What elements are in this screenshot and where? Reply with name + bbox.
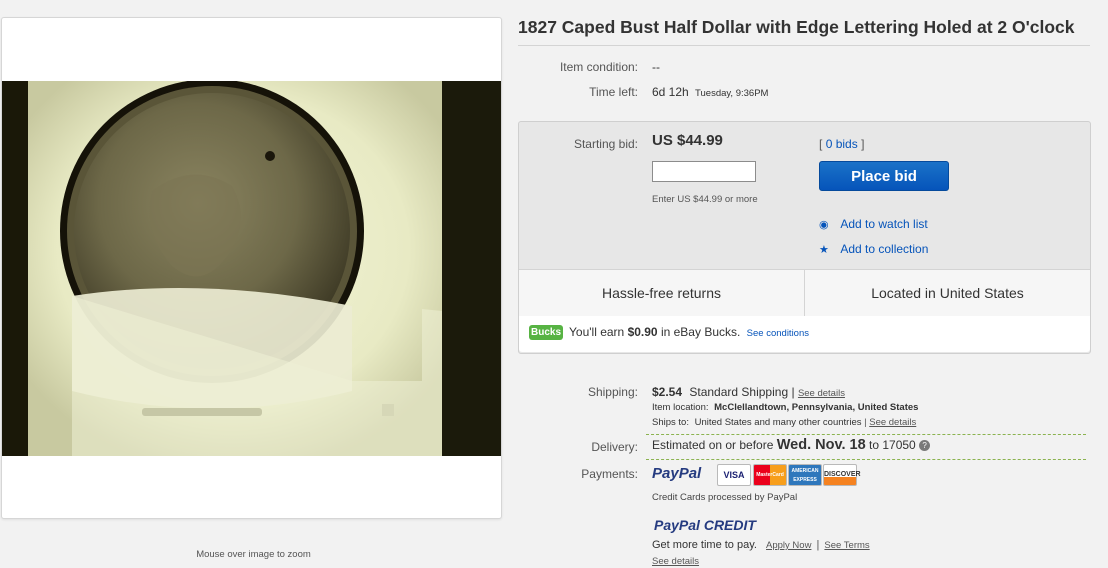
bid-count-link[interactable]: 0 bids bbox=[826, 137, 858, 151]
delivery-estimate: Estimated on or before Wed. Nov. 18 to 1… bbox=[652, 437, 931, 453]
see-conditions-link[interactable]: See conditions bbox=[747, 328, 809, 339]
shipping-method: Standard Shipping bbox=[689, 385, 789, 399]
shipping-separator: | bbox=[791, 385, 795, 399]
time-left-remaining: 6d 12h bbox=[652, 85, 689, 99]
paypal-credit-logo-a: PayPal bbox=[654, 517, 700, 533]
shipping-label: Shipping: bbox=[587, 385, 638, 399]
starting-bid-label: Starting bid: bbox=[573, 137, 638, 151]
bid-count-open: [ bbox=[819, 137, 823, 151]
starting-bid-price: US $44.99 bbox=[652, 132, 723, 149]
bid-hint: Enter US $44.99 or more bbox=[652, 194, 758, 205]
card-processing-note: Credit Cards processed by PayPal bbox=[652, 492, 798, 503]
discover-card-icon: DISCOVER bbox=[823, 464, 861, 486]
paypal-logo: PayPal bbox=[652, 465, 702, 482]
zoom-hint: Mouse over image to zoom bbox=[196, 549, 311, 560]
ships-to-see-details-link[interactable]: See details bbox=[869, 417, 916, 428]
ebay-bucks-row: Bucks You'll earn $0.90 in eBay Bucks. S… bbox=[519, 316, 1090, 352]
bucks-amount: $0.90 bbox=[627, 325, 658, 339]
time-left-label: Time left: bbox=[589, 85, 638, 99]
bid-count: [ 0 bids ] bbox=[819, 137, 864, 151]
shipping-price: $2.54 bbox=[652, 385, 683, 399]
title-divider bbox=[518, 45, 1090, 46]
paypal-credit-logo-b: CREDIT bbox=[703, 517, 756, 533]
delivery-to: to bbox=[869, 438, 880, 452]
item-location-badge: Located in United States bbox=[871, 285, 1024, 301]
credit-separator: | bbox=[816, 539, 820, 551]
shipping-see-details-link[interactable]: See details bbox=[798, 388, 845, 399]
condition-value: -- bbox=[652, 60, 660, 74]
item-title: 1827 Caped Bust Half Dollar with Edge Le… bbox=[518, 17, 1075, 37]
paypal-credit-logo: PayPal CREDIT bbox=[654, 517, 756, 533]
hassle-free-returns: Hassle-free returns bbox=[601, 285, 722, 301]
add-to-collection[interactable]: ★ Add to collection bbox=[819, 242, 928, 256]
delivery-text: Estimated on or before bbox=[652, 438, 774, 452]
bid-count-close: ] bbox=[861, 137, 865, 151]
image-panel bbox=[1, 17, 502, 519]
paypal-credit-see-details-link[interactable]: See details bbox=[652, 556, 699, 567]
coin-photo[interactable] bbox=[2, 81, 501, 456]
amex-card-icon: AMERICAN EXPRESS bbox=[788, 464, 822, 486]
eye-icon: ◉ bbox=[819, 219, 829, 231]
add-to-collection-label[interactable]: Add to collection bbox=[840, 242, 928, 256]
add-to-watch-list-label[interactable]: Add to watch list bbox=[840, 217, 927, 231]
time-left-detail: Tuesday, 9:36PM bbox=[695, 88, 769, 99]
shipping-summary: $2.54 Standard Shipping | See details bbox=[652, 385, 845, 399]
delivery-label: Delivery: bbox=[591, 440, 638, 454]
ships-to-label: Ships to: bbox=[652, 417, 689, 428]
see-terms-link[interactable]: See Terms bbox=[824, 540, 869, 551]
mastercard-icon: MasterCard bbox=[753, 464, 787, 486]
bucks-text-after: in eBay Bucks. bbox=[660, 325, 741, 339]
item-location-label: Item location: bbox=[652, 402, 709, 413]
payments-label: Payments: bbox=[581, 467, 638, 481]
star-icon: ★ bbox=[819, 244, 829, 256]
place-bid-button[interactable]: Place bid bbox=[819, 161, 949, 191]
paypal-credit-text: Get more time to pay. bbox=[652, 539, 757, 551]
delivery-divider-bottom bbox=[646, 459, 1086, 460]
delivery-zip[interactable]: 17050 bbox=[882, 438, 915, 452]
apply-now-link[interactable]: Apply Now bbox=[766, 540, 811, 551]
time-left-value: 6d 12h Tuesday, 9:36PM bbox=[652, 85, 768, 99]
bid-amount-input[interactable] bbox=[652, 161, 756, 182]
bucks-text-before: You'll earn bbox=[569, 325, 625, 339]
delivery-date: Wed. Nov. 18 bbox=[776, 437, 866, 453]
condition-label: Item condition: bbox=[559, 60, 638, 74]
delivery-divider-top bbox=[646, 434, 1086, 435]
ships-to-value: United States and many other countries bbox=[694, 417, 862, 428]
help-icon[interactable]: ? bbox=[919, 440, 931, 452]
add-to-watch-list[interactable]: ◉ Add to watch list bbox=[819, 217, 928, 231]
feature-row: Hassle-free returns Located in United St… bbox=[519, 269, 1090, 317]
paypal-credit-line: Get more time to pay. Apply Now | See Te… bbox=[652, 539, 870, 551]
visa-card-icon: VISA bbox=[717, 464, 751, 486]
ships-to-line: Ships to: United States and many other c… bbox=[652, 417, 917, 428]
item-location-value: McClellandtown, Pennsylvania, United Sta… bbox=[714, 402, 919, 413]
bucks-badge-icon: Bucks bbox=[529, 325, 563, 340]
item-location-line: Item location: McClellandtown, Pennsylva… bbox=[652, 402, 918, 413]
bucks-text: You'll earn $0.90 in eBay Bucks. See con… bbox=[569, 325, 809, 339]
